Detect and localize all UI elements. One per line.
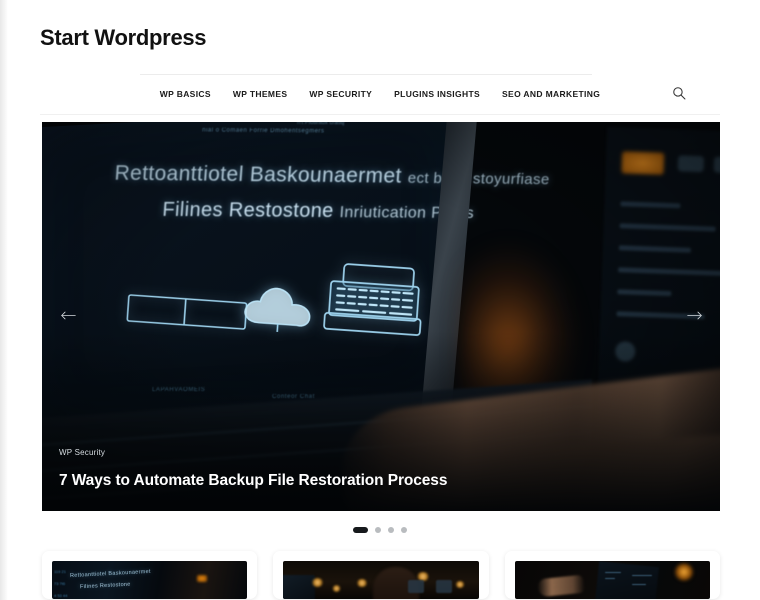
post-card-grid: 119 21 73 7t6 4 53 44 Rettoanttiotel Bas… (42, 551, 720, 600)
card1-number-2: 73 7t6 (54, 581, 66, 587)
card1-screen-line-2: Filines Restostone (79, 581, 131, 591)
card1-number-1: 119 21 (54, 569, 66, 575)
card3-screen (594, 561, 659, 600)
hero-caption: WP Security 7 Ways to Automate Backup Fi… (59, 448, 660, 490)
card2-monitor (283, 575, 316, 600)
card2-bokeh-5 (455, 580, 466, 588)
nav-item-wp-themes[interactable]: WP THEMES (233, 89, 287, 99)
site-title[interactable]: Start Wordpress (40, 25, 720, 50)
slider-dot-4[interactable] (401, 527, 407, 534)
card2-bokeh-1 (310, 577, 324, 587)
card3-warm-glow (674, 563, 695, 582)
post-card-3[interactable] (504, 551, 720, 600)
site-header: Start Wordpress WP BASICS WP THEMES WP S… (0, 0, 760, 116)
slider-prev-button[interactable] (55, 304, 81, 330)
card2-bokeh-2 (332, 584, 342, 592)
post-card-2-thumbnail (283, 561, 479, 600)
post-card-1-thumbnail: 119 21 73 7t6 4 53 44 Rettoanttiotel Bas… (52, 561, 248, 600)
page-root: Start Wordpress WP BASICS WP THEMES WP S… (0, 0, 760, 600)
slider-dot-2[interactable] (375, 527, 381, 534)
search-icon (672, 86, 686, 103)
card1-screen-line-1: Rettoanttiotel Baskounaermet (69, 569, 151, 580)
primary-navigation: WP BASICS WP THEMES WP SECURITY PLUGINS … (40, 74, 720, 116)
nav-rule-bottom (40, 114, 720, 116)
hero-category[interactable]: WP Security (59, 448, 660, 457)
slider-dot-1[interactable] (353, 527, 368, 534)
slider-dot-3[interactable] (388, 527, 394, 534)
arrow-right-icon (686, 308, 702, 325)
search-button[interactable] (668, 84, 690, 106)
hero-title[interactable]: 7 Ways to Automate Backup File Restorati… (59, 471, 660, 490)
card1-number-3: 4 53 44 (54, 593, 68, 599)
nav-item-wp-basics[interactable]: WP BASICS (160, 89, 211, 99)
post-card-2[interactable] (273, 551, 489, 600)
nav-menu: WP BASICS WP THEMES WP SECURITY PLUGINS … (160, 89, 600, 99)
card3-hand (537, 574, 585, 598)
card2-panel-1 (408, 580, 425, 594)
slider-next-button[interactable] (681, 304, 707, 330)
card2-panel-2 (435, 580, 452, 594)
nav-item-seo-and-marketing[interactable]: SEO AND MARKETING (502, 89, 600, 99)
card2-bokeh-3 (355, 579, 368, 588)
nav-item-wp-security[interactable]: WP SECURITY (309, 89, 372, 99)
nav-item-plugins-insights[interactable]: PLUGINS INSIGHTS (394, 89, 480, 99)
slider-pagination (0, 525, 760, 535)
arrow-left-icon (60, 308, 76, 325)
nav-bar: WP BASICS WP THEMES WP SECURITY PLUGINS … (40, 74, 720, 114)
hero-slider[interactable]: 119 21 73 7t6 4 53 44 nial o Comaen Forr… (42, 122, 720, 512)
post-card-3-thumbnail (514, 561, 710, 600)
card1-amber-glow (197, 575, 208, 583)
post-card-1[interactable]: 119 21 73 7t6 4 53 44 Rettoanttiotel Bas… (42, 551, 258, 600)
card1-numbers: 119 21 73 7t6 4 53 44 (54, 569, 67, 599)
